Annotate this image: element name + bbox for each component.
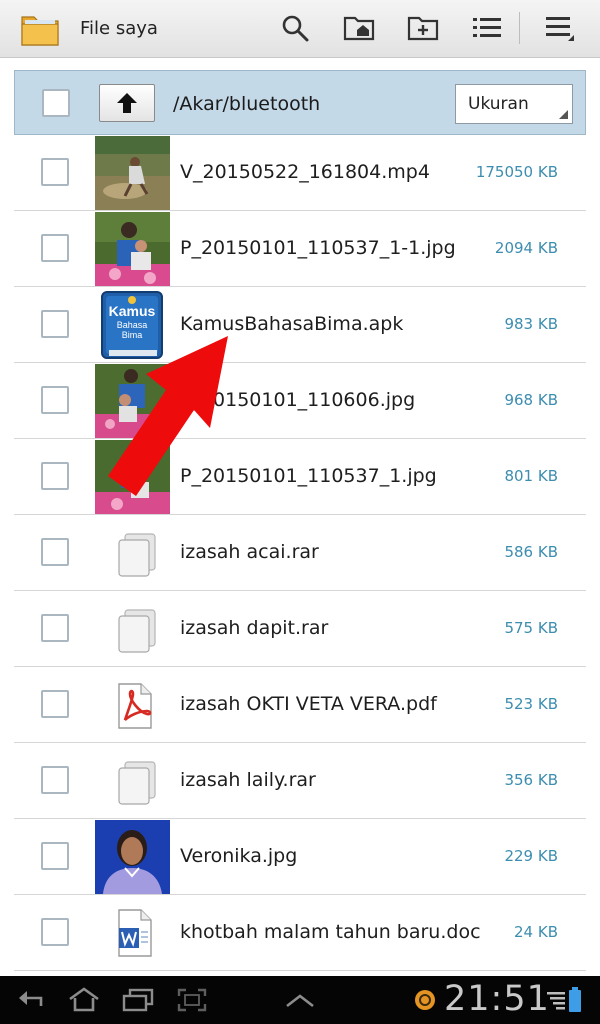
item-checkbox[interactable]	[41, 462, 69, 490]
item-checkbox[interactable]	[41, 766, 69, 794]
home-folder-icon	[343, 16, 375, 41]
list-item[interactable]: Veronika.jpg 229 KB	[14, 819, 586, 895]
list-item[interactable]: izasah laily.rar 356 KB	[14, 743, 586, 819]
file-size: 24 KB	[514, 923, 558, 941]
video-thumbnail	[95, 136, 170, 210]
photo-thumbnail	[95, 212, 170, 286]
app-title: File saya	[80, 18, 158, 39]
menu-icon	[546, 17, 574, 41]
archive-icon	[118, 533, 156, 577]
back-icon	[19, 991, 43, 1006]
signal-icon	[547, 992, 565, 1010]
home-folder-button[interactable]	[337, 8, 381, 48]
file-name: izasah laily.rar	[180, 769, 316, 791]
sync-icon	[415, 990, 435, 1010]
search-icon	[282, 15, 309, 42]
apk-label-bima: Bima	[122, 330, 143, 340]
apk-label-kamus: Kamus	[109, 303, 156, 319]
item-checkbox[interactable]	[41, 234, 69, 262]
dropdown-corner-icon	[559, 110, 568, 119]
screenshot-icon	[177, 988, 207, 1012]
battery-icon	[569, 987, 581, 1012]
item-checkbox[interactable]	[41, 918, 69, 946]
recent-apps-icon	[122, 988, 154, 1012]
list-item[interactable]: Kamus Bahasa Bima KamusBahasaBima.apk 98…	[14, 287, 586, 363]
list-item[interactable]: izasah dapit.rar 575 KB	[14, 591, 586, 667]
file-manager-screen: File saya /Akar/bluetooth Ukuran V_20150…	[0, 0, 600, 1024]
file-name: izasah dapit.rar	[180, 617, 329, 639]
file-name: Veronika.jpg	[180, 845, 298, 867]
list-item[interactable]: P_20150101_110606.jpg 968 KB	[14, 363, 586, 439]
item-checkbox[interactable]	[41, 690, 69, 718]
archive-icon	[118, 761, 156, 805]
list-item[interactable]: khotbah malam tahun baru.doc 24 KB	[14, 895, 586, 971]
action-bar: File saya	[0, 0, 600, 58]
item-checkbox[interactable]	[41, 538, 69, 566]
file-list: V_20150522_161804.mp4 175050 KB P_201501…	[14, 135, 586, 971]
select-all-checkbox[interactable]	[42, 89, 70, 117]
list-item[interactable]: P_20150101_110537_1-1.jpg 2094 KB	[14, 211, 586, 287]
file-size: 2094 KB	[494, 239, 558, 257]
sort-value: Ukuran	[468, 94, 529, 114]
file-name: izasah OKTI VETA VERA.pdf	[180, 693, 437, 715]
item-checkbox[interactable]	[41, 310, 69, 338]
file-size: 968 KB	[504, 391, 558, 409]
file-name: khotbah malam tahun baru.doc	[180, 921, 481, 943]
photo-thumbnail	[95, 440, 170, 514]
file-size: 523 KB	[504, 695, 558, 713]
pdf-icon	[118, 683, 152, 729]
file-name: izasah acai.rar	[180, 541, 319, 563]
sort-dropdown[interactable]: Ukuran	[455, 84, 573, 124]
file-size: 229 KB	[504, 847, 558, 865]
action-bar-divider	[519, 12, 520, 44]
home-button[interactable]	[62, 982, 106, 1018]
recent-apps-button[interactable]	[116, 982, 160, 1018]
file-name: P_20150101_110537_1.jpg	[180, 465, 437, 487]
photo-thumbnail	[95, 820, 170, 894]
file-name: V_20150522_161804.mp4	[180, 161, 430, 183]
item-checkbox[interactable]	[41, 386, 69, 414]
screenshot-button[interactable]	[170, 982, 214, 1018]
up-arrow-icon	[117, 93, 137, 113]
file-size: 586 KB	[504, 543, 558, 561]
expand-up-icon	[286, 994, 314, 1008]
list-item[interactable]: izasah OKTI VETA VERA.pdf 523 KB	[14, 667, 586, 743]
file-size: 175050 KB	[475, 163, 558, 181]
list-view-button[interactable]	[465, 8, 509, 48]
item-checkbox[interactable]	[41, 614, 69, 642]
word-doc-icon	[118, 909, 152, 957]
list-view-icon	[473, 18, 501, 37]
file-size: 356 KB	[504, 771, 558, 789]
system-bar: 21:51	[0, 976, 600, 1024]
path-bar: /Akar/bluetooth Ukuran	[14, 70, 586, 135]
archive-icon	[118, 609, 156, 653]
apk-label-bahasa: Bahasa	[117, 320, 148, 330]
apk-icon: Kamus Bahasa Bima	[95, 288, 170, 362]
file-size: 575 KB	[504, 619, 558, 637]
file-name: P_20150101_110606.jpg	[180, 389, 416, 411]
new-folder-icon	[407, 16, 439, 41]
folder-icon[interactable]	[20, 11, 60, 47]
expand-up-button[interactable]	[278, 982, 322, 1018]
up-folder-button[interactable]	[99, 84, 155, 122]
back-button[interactable]	[8, 982, 52, 1018]
file-size: 801 KB	[504, 467, 558, 485]
home-icon	[69, 987, 99, 1012]
item-checkbox[interactable]	[41, 842, 69, 870]
menu-button[interactable]	[538, 8, 582, 48]
list-item[interactable]: V_20150522_161804.mp4 175050 KB	[14, 135, 586, 211]
list-item[interactable]: P_20150101_110537_1.jpg 801 KB	[14, 439, 586, 515]
current-path: /Akar/bluetooth	[173, 93, 321, 115]
search-button[interactable]	[273, 8, 317, 48]
clock: 21:51	[444, 979, 550, 1019]
new-folder-button[interactable]	[401, 8, 445, 48]
file-size: 983 KB	[504, 315, 558, 333]
list-item[interactable]: izasah acai.rar 586 KB	[14, 515, 586, 591]
file-name: P_20150101_110537_1-1.jpg	[180, 237, 456, 259]
item-checkbox[interactable]	[41, 158, 69, 186]
file-name: KamusBahasaBima.apk	[180, 313, 404, 335]
photo-thumbnail	[95, 364, 170, 438]
